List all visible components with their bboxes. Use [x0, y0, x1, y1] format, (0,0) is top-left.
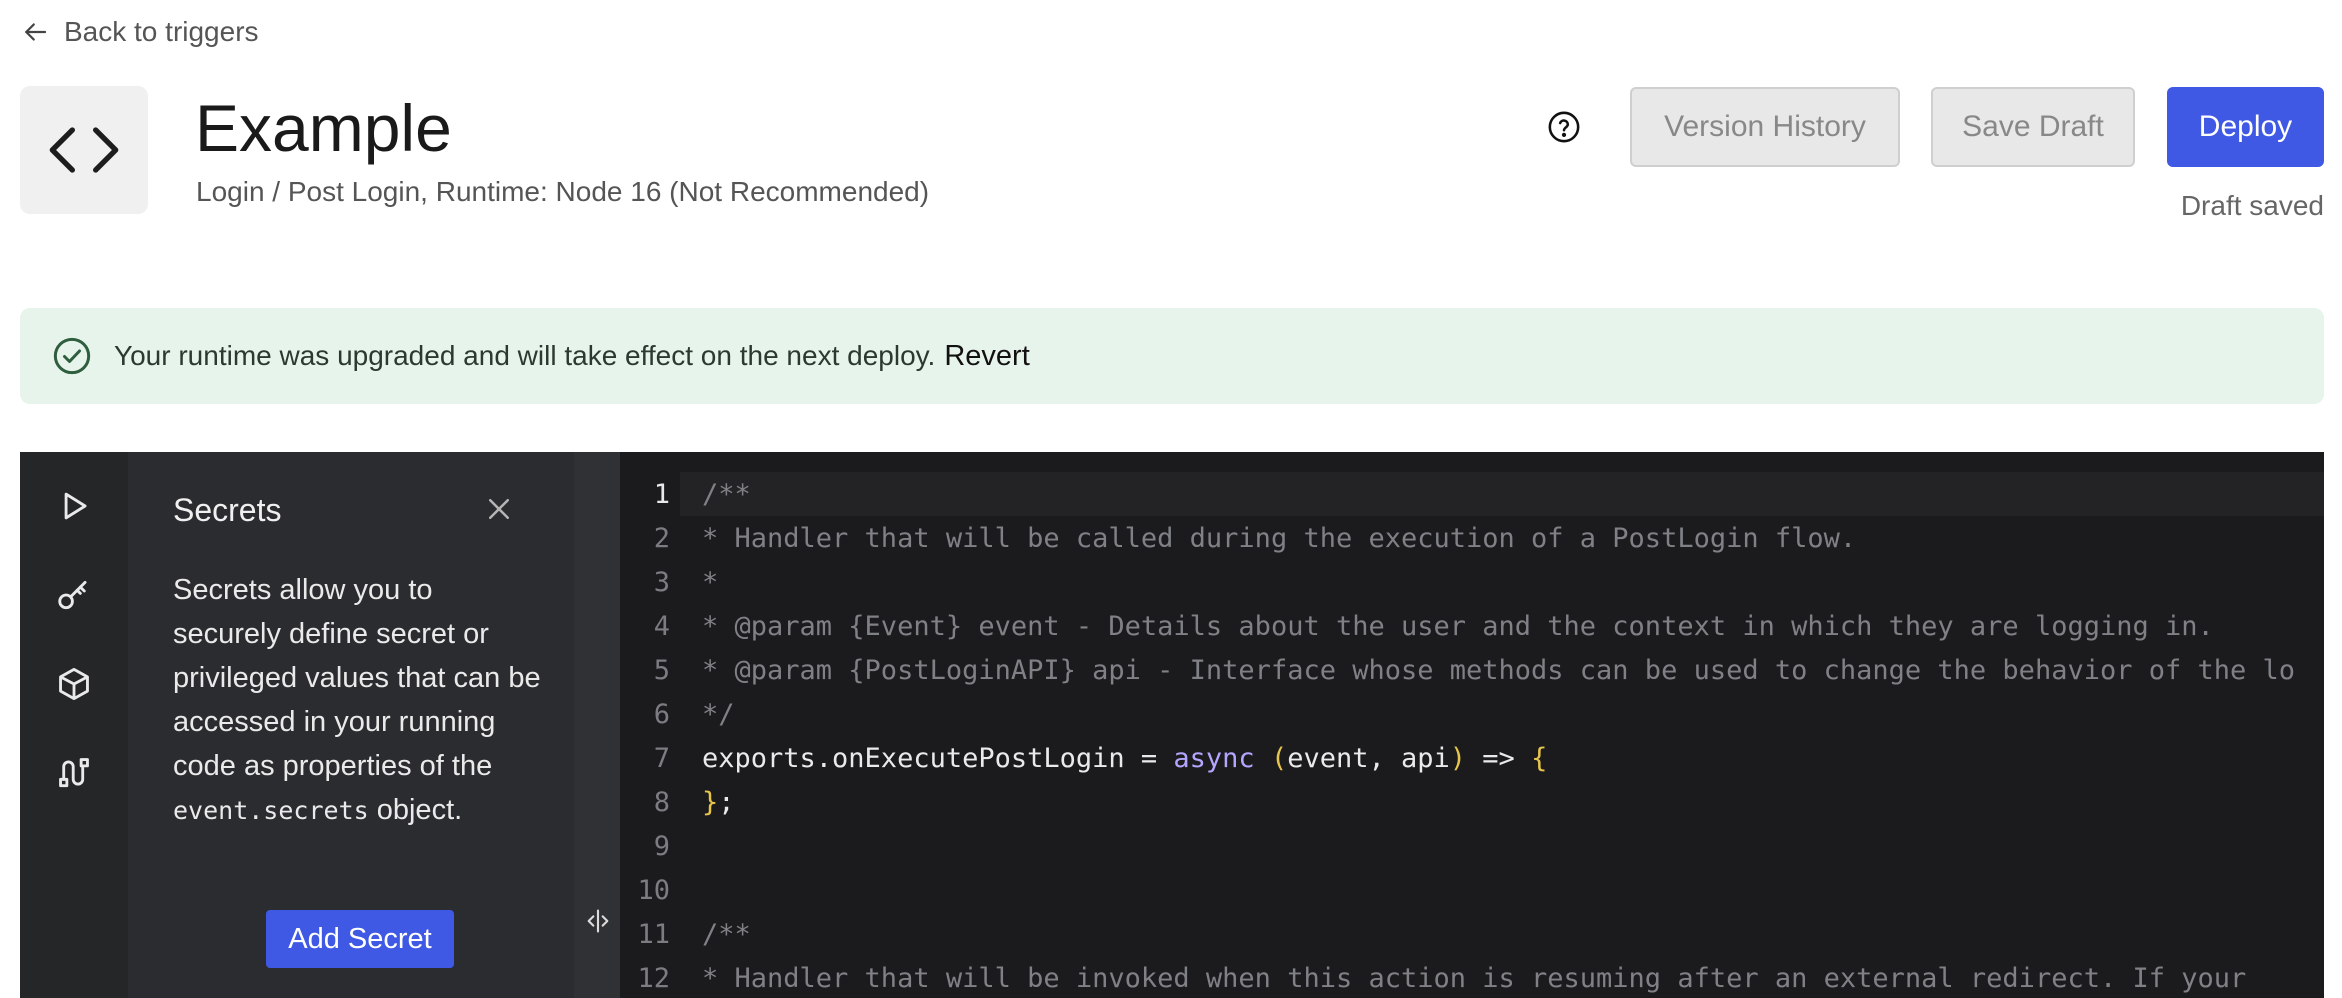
- rail-item-dependencies[interactable]: [50, 660, 98, 708]
- play-icon: [64, 492, 87, 520]
- code-line: 4 * @param {Event} event - Details about …: [620, 604, 2214, 648]
- code-comment: *: [702, 566, 719, 598]
- secrets-panel-title: Secrets: [173, 492, 282, 528]
- code-keyword: async: [1173, 742, 1255, 774]
- action-icon-tile: [20, 86, 148, 214]
- line-number: 7: [653, 742, 670, 774]
- code-token: (: [1270, 742, 1288, 774]
- code-token: ;: [718, 786, 735, 818]
- code-icon: [49, 127, 119, 173]
- line-number: 9: [653, 830, 670, 862]
- line-number: 10: [637, 874, 670, 906]
- line-number: 1: [653, 478, 670, 510]
- package-icon: [59, 668, 89, 700]
- editor-sidebar-rail: [20, 452, 128, 998]
- arrow-left-icon: [25, 23, 47, 41]
- line-number: 11: [637, 918, 670, 950]
- line-number: 2: [653, 522, 670, 554]
- secrets-panel: Secrets Secrets allow you to securely de…: [128, 452, 574, 998]
- code-line: 7 exports.onExecutePostLogin = async (eve…: [620, 736, 1548, 780]
- code-token: ): [1449, 742, 1467, 774]
- code-token: exports.onExecutePostLogin =: [702, 742, 1174, 774]
- check-circle-icon: [53, 337, 91, 375]
- code-line: 2 * Handler that will be called during th…: [620, 516, 1856, 560]
- draft-status-text: Draft saved: [2180, 190, 2324, 221]
- code-comment: * Handler that will be invoked when this…: [702, 962, 2247, 994]
- version-history-button[interactable]: Version History: [1630, 87, 1900, 167]
- code-token: event, api: [1287, 742, 1450, 774]
- revert-link[interactable]: Revert: [944, 340, 1029, 373]
- code-comment: * @param {Event} event - Details about t…: [702, 610, 2214, 642]
- code-token: {: [1531, 742, 1548, 774]
- code-line: 6 */: [620, 692, 735, 736]
- code-comment: */: [702, 698, 735, 730]
- line-number: 3: [653, 566, 670, 598]
- close-icon[interactable]: [484, 494, 514, 524]
- help-icon[interactable]: [1547, 110, 1581, 144]
- page-subtitle: Login / Post Login, Runtime: Node 16 (No…: [196, 176, 930, 207]
- code-comment: /**: [702, 478, 751, 510]
- code-comment: * @param {PostLoginAPI} api - Interface …: [702, 654, 2296, 686]
- code-token: }: [702, 786, 719, 818]
- code-line: 10: [620, 868, 702, 912]
- rail-item-version-control[interactable]: [50, 749, 98, 797]
- back-to-triggers-link[interactable]: Back to triggers: [20, 12, 259, 52]
- key-icon: [58, 580, 87, 610]
- code-line: 11 /**: [620, 912, 751, 956]
- rail-item-secrets[interactable]: [50, 571, 98, 619]
- deploy-button[interactable]: Deploy: [2167, 87, 2324, 167]
- code-line: 3 *: [620, 560, 719, 604]
- panel-divider[interactable]: [574, 452, 620, 998]
- page-title: Example: [195, 91, 452, 165]
- line-number: 8: [653, 786, 670, 818]
- secrets-description: Secrets allow you to securely define sec…: [173, 574, 541, 826]
- line-number: 4: [653, 610, 670, 642]
- version-control-icon: [59, 758, 89, 788]
- line-number: 12: [637, 962, 670, 994]
- code-token: =>: [1466, 742, 1532, 774]
- line-number: 5: [653, 654, 670, 686]
- event-secrets-code: event.secrets: [173, 796, 369, 825]
- code-line: 12 * Handler that will be invoked when th…: [620, 956, 2246, 998]
- code-editor-window: Secrets Secrets allow you to securely de…: [20, 452, 2324, 998]
- code-line: 5 * @param {PostLoginAPI} api - Interface…: [620, 648, 2295, 692]
- code-comment: * Handler that will be called during the…: [702, 522, 1857, 554]
- code-line: 1 /**: [620, 472, 751, 516]
- runtime-upgrade-notice: Your runtime was upgraded and will take …: [20, 308, 2324, 404]
- code-comment: /**: [702, 918, 751, 950]
- line-number: 6: [653, 698, 670, 730]
- code-line: 9: [620, 824, 702, 868]
- add-secret-button[interactable]: Add Secret: [266, 910, 454, 968]
- back-link-label: Back to triggers: [64, 16, 259, 47]
- code-content[interactable]: 1 /** 2 * Handler that will be called durin…: [620, 452, 2324, 998]
- notice-message: Your runtime was upgraded and will take …: [114, 340, 936, 371]
- save-draft-button[interactable]: Save Draft: [1931, 87, 2135, 167]
- current-line-highlight: [680, 472, 2324, 516]
- resize-handle-icon[interactable]: [584, 907, 612, 935]
- code-line: 8};: [620, 780, 735, 824]
- rail-item-test[interactable]: [50, 482, 98, 530]
